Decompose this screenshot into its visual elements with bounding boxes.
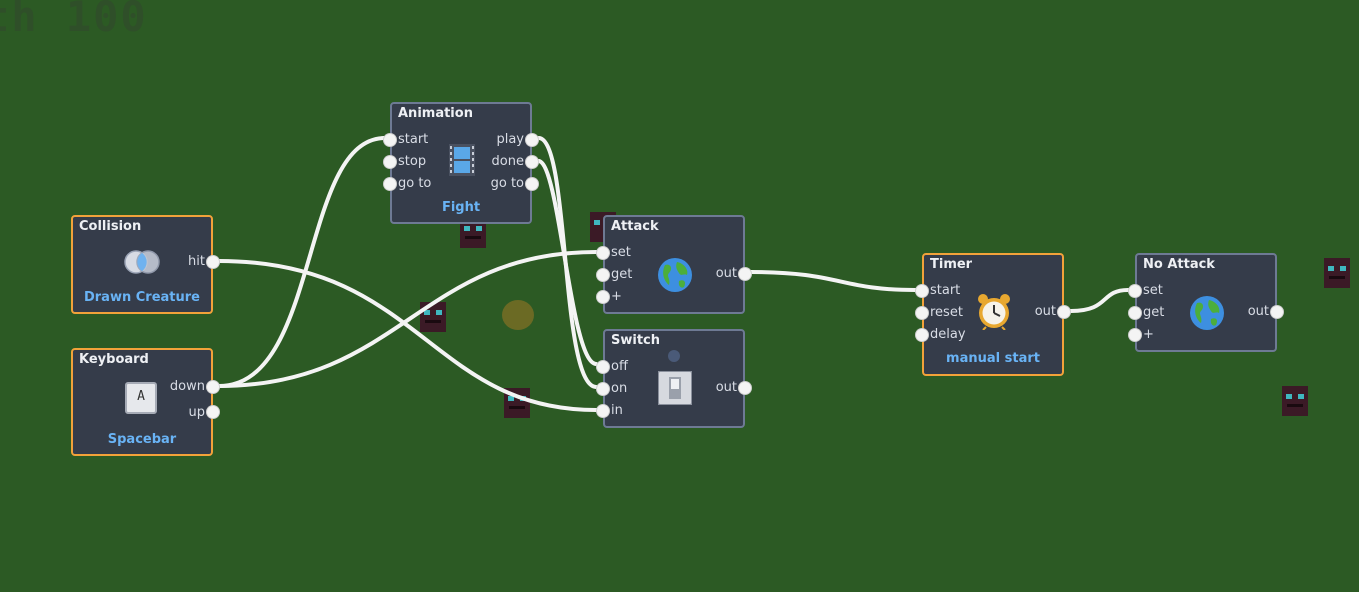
input-socket-on[interactable]: [597, 383, 609, 395]
port-reset: reset: [930, 305, 963, 320]
output-socket-out[interactable]: [1058, 306, 1070, 318]
switch-node[interactable]: Switch off on in out: [597, 329, 751, 428]
alarm-clock-icon: [978, 294, 1010, 330]
background-label: th 100: [0, 0, 148, 41]
status-indicator: [668, 350, 680, 362]
node-title: Keyboard: [79, 352, 149, 367]
node-subtitle: Fight: [441, 200, 481, 215]
wire-timer-out-to-no-attack-set: [1069, 288, 1130, 313]
collision-node[interactable]: Collision hit Drawn Creature: [71, 215, 219, 314]
input-socket-reset[interactable]: [916, 307, 928, 319]
dust-blob: [502, 300, 534, 330]
input-socket-start[interactable]: [384, 134, 396, 146]
node-subtitle: manual start: [946, 351, 1040, 366]
port-down: down: [169, 379, 205, 394]
output-socket-out[interactable]: [739, 268, 751, 280]
creature-sprite: [504, 388, 530, 418]
creature-sprite: [1324, 258, 1350, 288]
input-socket-set[interactable]: [1129, 285, 1141, 297]
port-in: in: [611, 403, 623, 418]
port-start: start: [930, 283, 961, 298]
input-socket-off[interactable]: [597, 361, 609, 373]
input-socket-plus[interactable]: [1129, 329, 1141, 341]
wire-attack-out-to-timer-start: [749, 270, 917, 292]
node-subtitle: Drawn Creature: [83, 290, 200, 305]
keyboard-node[interactable]: Keyboard A down up Spacebar: [71, 348, 219, 456]
port-up: up: [188, 405, 206, 420]
attack-node[interactable]: Attack set get + out: [597, 215, 751, 314]
port-stop: stop: [398, 154, 427, 169]
port-plus: +: [1143, 327, 1154, 342]
port-out: out: [1247, 304, 1269, 319]
input-socket-delay[interactable]: [916, 329, 928, 341]
animation-node[interactable]: Animation start stop go to play done go …: [384, 102, 538, 224]
venn-circles-icon: [124, 250, 160, 274]
input-socket-stop[interactable]: [384, 156, 396, 168]
wire-keyboard-down-to-attack-set: [217, 250, 598, 388]
port-start: start: [398, 132, 429, 147]
output-socket-play[interactable]: [526, 134, 538, 146]
output-socket-hit[interactable]: [207, 256, 219, 268]
wire-animation-done-to-switch-off: [537, 159, 598, 366]
light-switch-icon: [658, 371, 692, 405]
input-socket-plus[interactable]: [597, 291, 609, 303]
node-title: Attack: [611, 219, 659, 234]
input-socket-go-to[interactable]: [384, 178, 396, 190]
no-attack-node[interactable]: No Attack set get + out: [1129, 253, 1283, 352]
output-socket-up[interactable]: [207, 406, 219, 418]
port-out: out: [715, 266, 737, 281]
port-go-to: go to: [490, 176, 524, 191]
timer-node[interactable]: Timer start reset delay out manual start: [916, 253, 1070, 376]
port-get: get: [1143, 305, 1165, 320]
port-set: set: [611, 245, 631, 260]
input-socket-start[interactable]: [916, 285, 928, 297]
wire-collision-hit-to-switch-in: [217, 259, 598, 412]
film-strip-icon: [449, 144, 475, 176]
port-hit: hit: [188, 254, 205, 269]
port-plus: +: [611, 289, 622, 304]
node-title: Collision: [79, 219, 142, 234]
key-a-icon: A: [125, 382, 157, 414]
creature-sprite: [1282, 386, 1308, 416]
node-title: No Attack: [1143, 257, 1215, 272]
output-socket-out[interactable]: [739, 382, 751, 394]
input-socket-set[interactable]: [597, 247, 609, 259]
output-socket-out[interactable]: [1271, 306, 1283, 318]
port-go-to: go to: [398, 176, 432, 191]
node-title: Animation: [398, 106, 473, 121]
wire-animation-play-to-switch-on: [537, 136, 598, 389]
port-on: on: [611, 381, 628, 396]
input-socket-get[interactable]: [1129, 307, 1141, 319]
port-out: out: [1034, 304, 1056, 319]
key-label: A: [137, 389, 145, 404]
node-subtitle: Spacebar: [107, 432, 177, 447]
creature-sprite: [420, 302, 446, 332]
input-socket-get[interactable]: [597, 269, 609, 281]
input-socket-in[interactable]: [597, 405, 609, 417]
node-title: Switch: [611, 333, 661, 348]
globe-icon: [658, 258, 692, 292]
port-play: play: [496, 132, 524, 147]
globe-icon: [1190, 296, 1224, 330]
node-title: Timer: [930, 257, 973, 272]
port-get: get: [611, 267, 633, 282]
port-off: off: [611, 359, 628, 374]
output-socket-done[interactable]: [526, 156, 538, 168]
output-socket-go-to[interactable]: [526, 178, 538, 190]
wire-keyboard-down-to-animation-start: [217, 136, 386, 388]
port-set: set: [1143, 283, 1163, 298]
port-delay: delay: [930, 327, 966, 342]
port-done: done: [491, 154, 524, 169]
output-socket-down[interactable]: [207, 381, 219, 393]
port-out: out: [715, 380, 737, 395]
